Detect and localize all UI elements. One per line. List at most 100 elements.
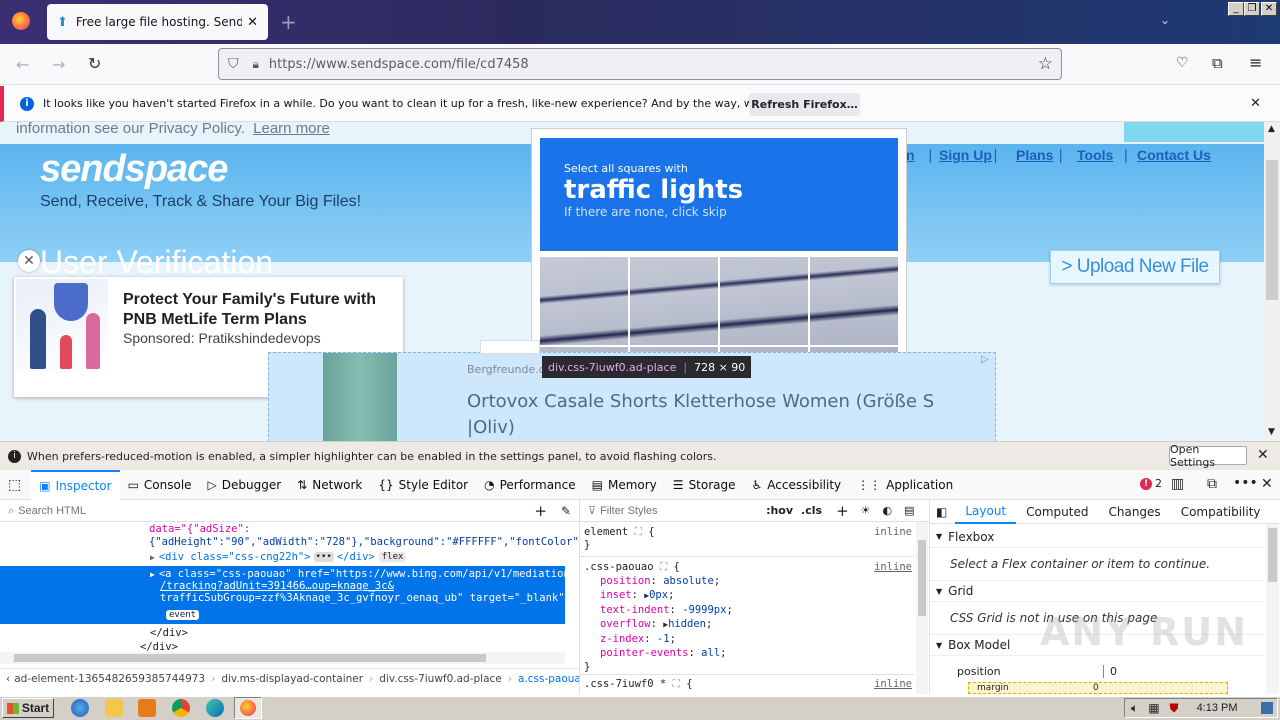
flex-badge[interactable]: flex (378, 552, 407, 562)
next-inline-source[interactable]: inline (874, 678, 912, 690)
tab-layout[interactable]: Layout (955, 500, 1017, 524)
pocket-icon[interactable]: ♡ (1176, 55, 1189, 71)
show-desktop-icon[interactable] (1261, 702, 1273, 714)
scroll-up-icon[interactable]: ▲ (1268, 124, 1275, 134)
media-player-icon[interactable] (138, 699, 156, 717)
css-prop-position[interactable]: position: absolute; (584, 574, 912, 588)
tab-console[interactable]: ▭ Console (120, 470, 200, 500)
ellipsis-badge[interactable]: ••• (313, 552, 334, 562)
close-motion-notice-icon[interactable]: ✕ (1257, 447, 1269, 463)
close-tab-icon[interactable]: ✕ (247, 15, 258, 30)
clock[interactable]: 4:13 PM (1197, 702, 1238, 714)
close-notice-icon[interactable]: ✕ (1250, 96, 1261, 111)
firefox-taskbar-button[interactable] (234, 697, 262, 719)
breadcrumb-item-3[interactable]: div.css-7iuwf0.ad-place (379, 673, 502, 685)
close-ad-icon[interactable]: ✕ (18, 250, 40, 272)
reload-icon[interactable]: ↻ (88, 54, 101, 73)
nav-link-contact[interactable]: Contact Us (1137, 147, 1211, 163)
element-inline-source[interactable]: inline (874, 526, 912, 538)
toggle-sidebar-icon[interactable]: ◧ (936, 505, 947, 519)
close-window-icon[interactable]: ✕ (1261, 2, 1277, 16)
html-line-2[interactable]: {"adHeight":"90","adWidth":"728"},"backg… (149, 536, 585, 548)
list-tabs-icon[interactable]: ⌄ (1160, 13, 1170, 27)
css-prop-overflow[interactable]: overflow: ▶hidden; (584, 617, 912, 632)
adchoices-icon[interactable]: ▷ (981, 354, 989, 365)
ie-icon[interactable] (71, 699, 89, 717)
breadcrumb-prev-icon[interactable]: ‹ (6, 673, 10, 685)
html-line-1[interactable]: data="{"adSize": (149, 523, 250, 535)
forward-icon[interactable]: → (52, 55, 65, 74)
margin-value[interactable]: 0 (1093, 683, 1099, 693)
tab-storage[interactable]: ☰ Storage (665, 470, 744, 500)
add-node-icon[interactable]: + (534, 502, 547, 520)
breadcrumb-item-1[interactable]: ad-element-1365482659385744973 (14, 673, 205, 685)
error-counter[interactable]: ! 2 (1140, 477, 1162, 490)
tab-inspector[interactable]: ▣ Inspector (31, 469, 120, 500)
css-prop-pointer-events[interactable]: pointer-events: all; (584, 646, 912, 660)
css-vscrollbar[interactable] (916, 522, 928, 694)
tab-changes[interactable]: Changes (1098, 501, 1170, 523)
security-tray-icon[interactable]: ⛊ (1170, 701, 1179, 716)
url-bar[interactable]: ⛉ 🔒︎ https://www.sendspace.com/file/cd74… (218, 48, 1062, 80)
start-button[interactable]: Start (2, 698, 54, 718)
shield-icon[interactable]: ⛉ (228, 56, 239, 72)
browser-tab[interactable]: ⬆ Free large file hosting. Send big file… (47, 4, 268, 40)
network-tray-icon[interactable]: ▦ (1148, 701, 1159, 715)
tab-style-editor[interactable]: {} Style Editor (370, 470, 476, 500)
breadcrumb-item-2[interactable]: div.ms-displayad-container (221, 673, 363, 685)
flexbox-section-header[interactable]: ▼ Flexbox (930, 526, 1264, 548)
chrome-icon[interactable] (172, 699, 190, 717)
back-icon[interactable]: ← (16, 55, 29, 74)
html-hscrollbar[interactable] (0, 652, 565, 664)
more-options-icon[interactable]: ••• (1233, 475, 1258, 491)
edge-icon[interactable] (206, 699, 224, 717)
eyedropper-icon[interactable]: ✎ (561, 504, 571, 518)
firefox-menu-icon[interactable] (12, 12, 30, 30)
upload-new-file-button[interactable]: > Upload New File (1050, 250, 1220, 284)
page-scrollbar[interactable]: ▲ ▼ (1264, 122, 1280, 441)
sendspace-logo[interactable]: sendspace (40, 148, 228, 191)
html-line-5[interactable]: </div> (150, 627, 188, 639)
breadcrumb-item-4[interactable]: a.css-paouao (518, 673, 579, 685)
html-hscroll-thumb[interactable] (14, 654, 486, 662)
url-text[interactable]: https://www.sendspace.com/file/cd7458 (269, 57, 529, 72)
app-menu-icon[interactable]: ≡ (1249, 53, 1262, 72)
captcha-challenge[interactable]: Select all squares with traffic lights I… (531, 128, 907, 358)
filter-styles-input[interactable] (600, 504, 751, 517)
paouao-rule[interactable]: .css-paouao ⛶ { inline position: absolut… (584, 560, 912, 674)
folder-icon[interactable] (105, 699, 123, 717)
scroll-down-icon[interactable]: ▼ (1268, 427, 1275, 437)
print-icon[interactable]: ▤ (904, 504, 914, 517)
tab-application[interactable]: ⋮⋮ Application (849, 470, 961, 500)
cls-toggle[interactable]: .cls (801, 504, 822, 517)
tab-debugger[interactable]: ▷ Debugger (200, 470, 290, 500)
element-rule[interactable]: element ⛶ { inline } (584, 526, 912, 551)
nav-link-login[interactable]: n (906, 147, 915, 163)
grid-section-header[interactable]: ▼ Grid (930, 580, 1264, 602)
event-badge[interactable]: event (166, 610, 200, 620)
lock-icon[interactable]: 🔒︎ (253, 57, 259, 72)
css-prop-text-indent[interactable]: text-indent: -9999px; (584, 603, 912, 617)
learn-more-link[interactable]: Learn more (253, 122, 330, 137)
minimize-icon[interactable]: _ (1228, 2, 1244, 16)
extensions-icon[interactable]: ⧉ (1212, 54, 1223, 72)
css-prop-inset[interactable]: inset: ▶0px; (584, 588, 912, 603)
ad-title[interactable]: Protect Your Family's Future with PNB Me… (123, 290, 393, 330)
tab-accessibility[interactable]: ♿︎ Accessibility (744, 470, 850, 500)
css-vscroll-thumb[interactable] (918, 540, 926, 616)
search-html-input[interactable] (18, 504, 499, 517)
captcha-grid[interactable] (540, 257, 898, 357)
add-rule-icon[interactable]: + (836, 502, 849, 520)
expand-arrow-icon[interactable]: ▶ (150, 553, 155, 562)
new-tab-icon[interactable]: + (280, 10, 297, 34)
html-line-3[interactable]: ▶ <div class="css-cng22h"> ••• </div> fl… (150, 551, 407, 563)
open-settings-button[interactable]: Open Settings (1169, 443, 1247, 469)
layout-vscrollbar[interactable] (1266, 524, 1279, 694)
restore-icon[interactable]: ❐ (1244, 2, 1260, 16)
next-rule[interactable]: .css-7iuwf0 * ⛶ { inline (584, 678, 912, 691)
dock-icon[interactable]: ⧉ (1207, 476, 1217, 492)
selected-node[interactable]: ▶ <a class="css-paouao" href="https://www… (0, 566, 571, 624)
tab-network[interactable]: ⇅ Network (289, 470, 370, 500)
bookmark-star-icon[interactable]: ☆ (1038, 54, 1053, 74)
volume-icon[interactable]: 🔈︎ (1131, 701, 1138, 716)
